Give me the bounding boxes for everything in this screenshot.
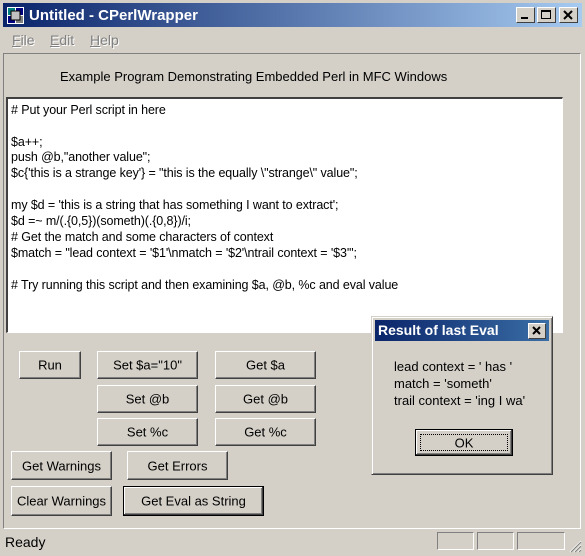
maximize-icon bbox=[541, 10, 551, 19]
get-warnings-button[interactable]: Get Warnings bbox=[11, 451, 112, 480]
clear-warnings-button-label: Clear Warnings bbox=[16, 493, 107, 509]
code-line: # Try running this script and then exami… bbox=[11, 278, 399, 292]
set-a-button[interactable]: Set $a="10" bbox=[97, 351, 198, 379]
set-b-button[interactable]: Set @b bbox=[97, 385, 198, 413]
minimize-icon bbox=[521, 17, 528, 19]
status-bar: Ready bbox=[3, 530, 582, 553]
status-pane bbox=[517, 532, 565, 550]
run-button[interactable]: Run bbox=[19, 351, 81, 379]
code-line: $d =~ m/(.{0,5})(someth)(.{0,8})/i; bbox=[11, 214, 191, 228]
get-b-button-label: Get @b bbox=[243, 391, 288, 407]
perl-script-editor[interactable]: # Put your Perl script in here $a++; pus… bbox=[6, 97, 563, 333]
get-errors-button-label: Get Errors bbox=[147, 458, 208, 473]
set-b-button-label: Set @b bbox=[125, 391, 170, 407]
focus-rect bbox=[420, 434, 508, 451]
close-icon bbox=[563, 10, 573, 20]
app-icon bbox=[7, 7, 24, 24]
menu-file[interactable]: File bbox=[12, 32, 35, 48]
dialog-result-line: match = 'someth' bbox=[394, 376, 492, 391]
set-c-button[interactable]: Set %c bbox=[97, 418, 198, 446]
dialog-ok-button[interactable]: OK bbox=[415, 429, 513, 456]
menu-bar: File Edit Help bbox=[4, 29, 581, 51]
clear-warnings-button[interactable]: Clear Warnings bbox=[11, 486, 112, 516]
header-label: Example Program Demonstrating Embedded P… bbox=[60, 69, 448, 84]
close-icon bbox=[532, 326, 541, 335]
dialog-close-button[interactable] bbox=[528, 323, 546, 339]
status-text: Ready bbox=[5, 534, 46, 550]
title-bar[interactable]: Untitled - CPerlWrapper bbox=[3, 3, 582, 27]
code-line: # Get the match and some characters of c… bbox=[11, 230, 274, 244]
menu-help[interactable]: Help bbox=[90, 32, 119, 48]
dialog-result-line: trail context = 'ing I wa' bbox=[394, 393, 526, 408]
get-c-button[interactable]: Get %c bbox=[215, 418, 316, 446]
get-eval-string-button-label: Get Eval as String bbox=[141, 493, 246, 509]
get-a-button[interactable]: Get $a bbox=[215, 351, 316, 379]
code-line: my $d = 'this is a string that has somet… bbox=[11, 198, 339, 212]
run-button-label: Run bbox=[38, 357, 62, 373]
set-c-button-label: Set %c bbox=[126, 424, 169, 440]
code-line: $c{'this is a strange key'} = "this is t… bbox=[11, 166, 358, 180]
status-pane bbox=[477, 532, 514, 550]
set-a-button-label: Set $a="10" bbox=[113, 357, 182, 373]
main-window: Untitled - CPerlWrapper File Edit Help E… bbox=[0, 0, 585, 556]
code-line: $a++; bbox=[11, 135, 43, 149]
get-eval-string-button[interactable]: Get Eval as String bbox=[123, 486, 264, 516]
code-line: # Put your Perl script in here bbox=[11, 103, 166, 117]
status-pane bbox=[437, 532, 474, 550]
get-c-button-label: Get %c bbox=[244, 424, 287, 440]
get-a-button-label: Get $a bbox=[245, 357, 286, 373]
resize-grip-icon[interactable] bbox=[568, 539, 582, 553]
code-line: push @b,"another value"; bbox=[11, 150, 151, 164]
get-warnings-button-label: Get Warnings bbox=[22, 458, 101, 473]
maximize-button[interactable] bbox=[537, 7, 556, 23]
minimize-button[interactable] bbox=[516, 7, 535, 23]
code-line: $match = "lead context = '$1'\nmatch = '… bbox=[11, 246, 357, 260]
menu-edit[interactable]: Edit bbox=[50, 32, 74, 48]
eval-result-dialog: Result of last Eval lead context = ' has… bbox=[371, 316, 553, 475]
get-b-button[interactable]: Get @b bbox=[215, 385, 316, 413]
dialog-title: Result of last Eval bbox=[378, 322, 499, 338]
dialog-title-bar[interactable]: Result of last Eval bbox=[375, 320, 549, 341]
dialog-result-line: lead context = ' has ' bbox=[394, 359, 513, 374]
window-title: Untitled - CPerlWrapper bbox=[29, 7, 198, 24]
get-errors-button[interactable]: Get Errors bbox=[127, 451, 228, 480]
close-button[interactable] bbox=[559, 7, 578, 23]
